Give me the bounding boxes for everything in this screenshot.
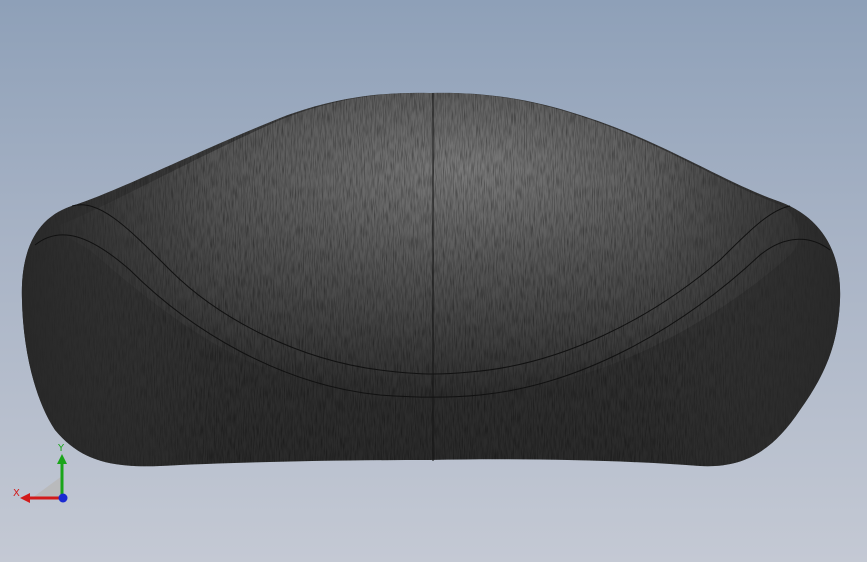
x-axis-label: X (13, 488, 20, 499)
x-axis-arrow (20, 493, 30, 503)
y-axis-label: Y (57, 443, 65, 454)
y-axis-arrow (57, 454, 67, 464)
triad-plane (32, 476, 62, 498)
view-triad: Y X (13, 443, 68, 503)
graphics-viewport[interactable]: Y X (0, 0, 867, 562)
model-render[interactable] (0, 0, 867, 562)
z-axis-dot (58, 493, 68, 503)
